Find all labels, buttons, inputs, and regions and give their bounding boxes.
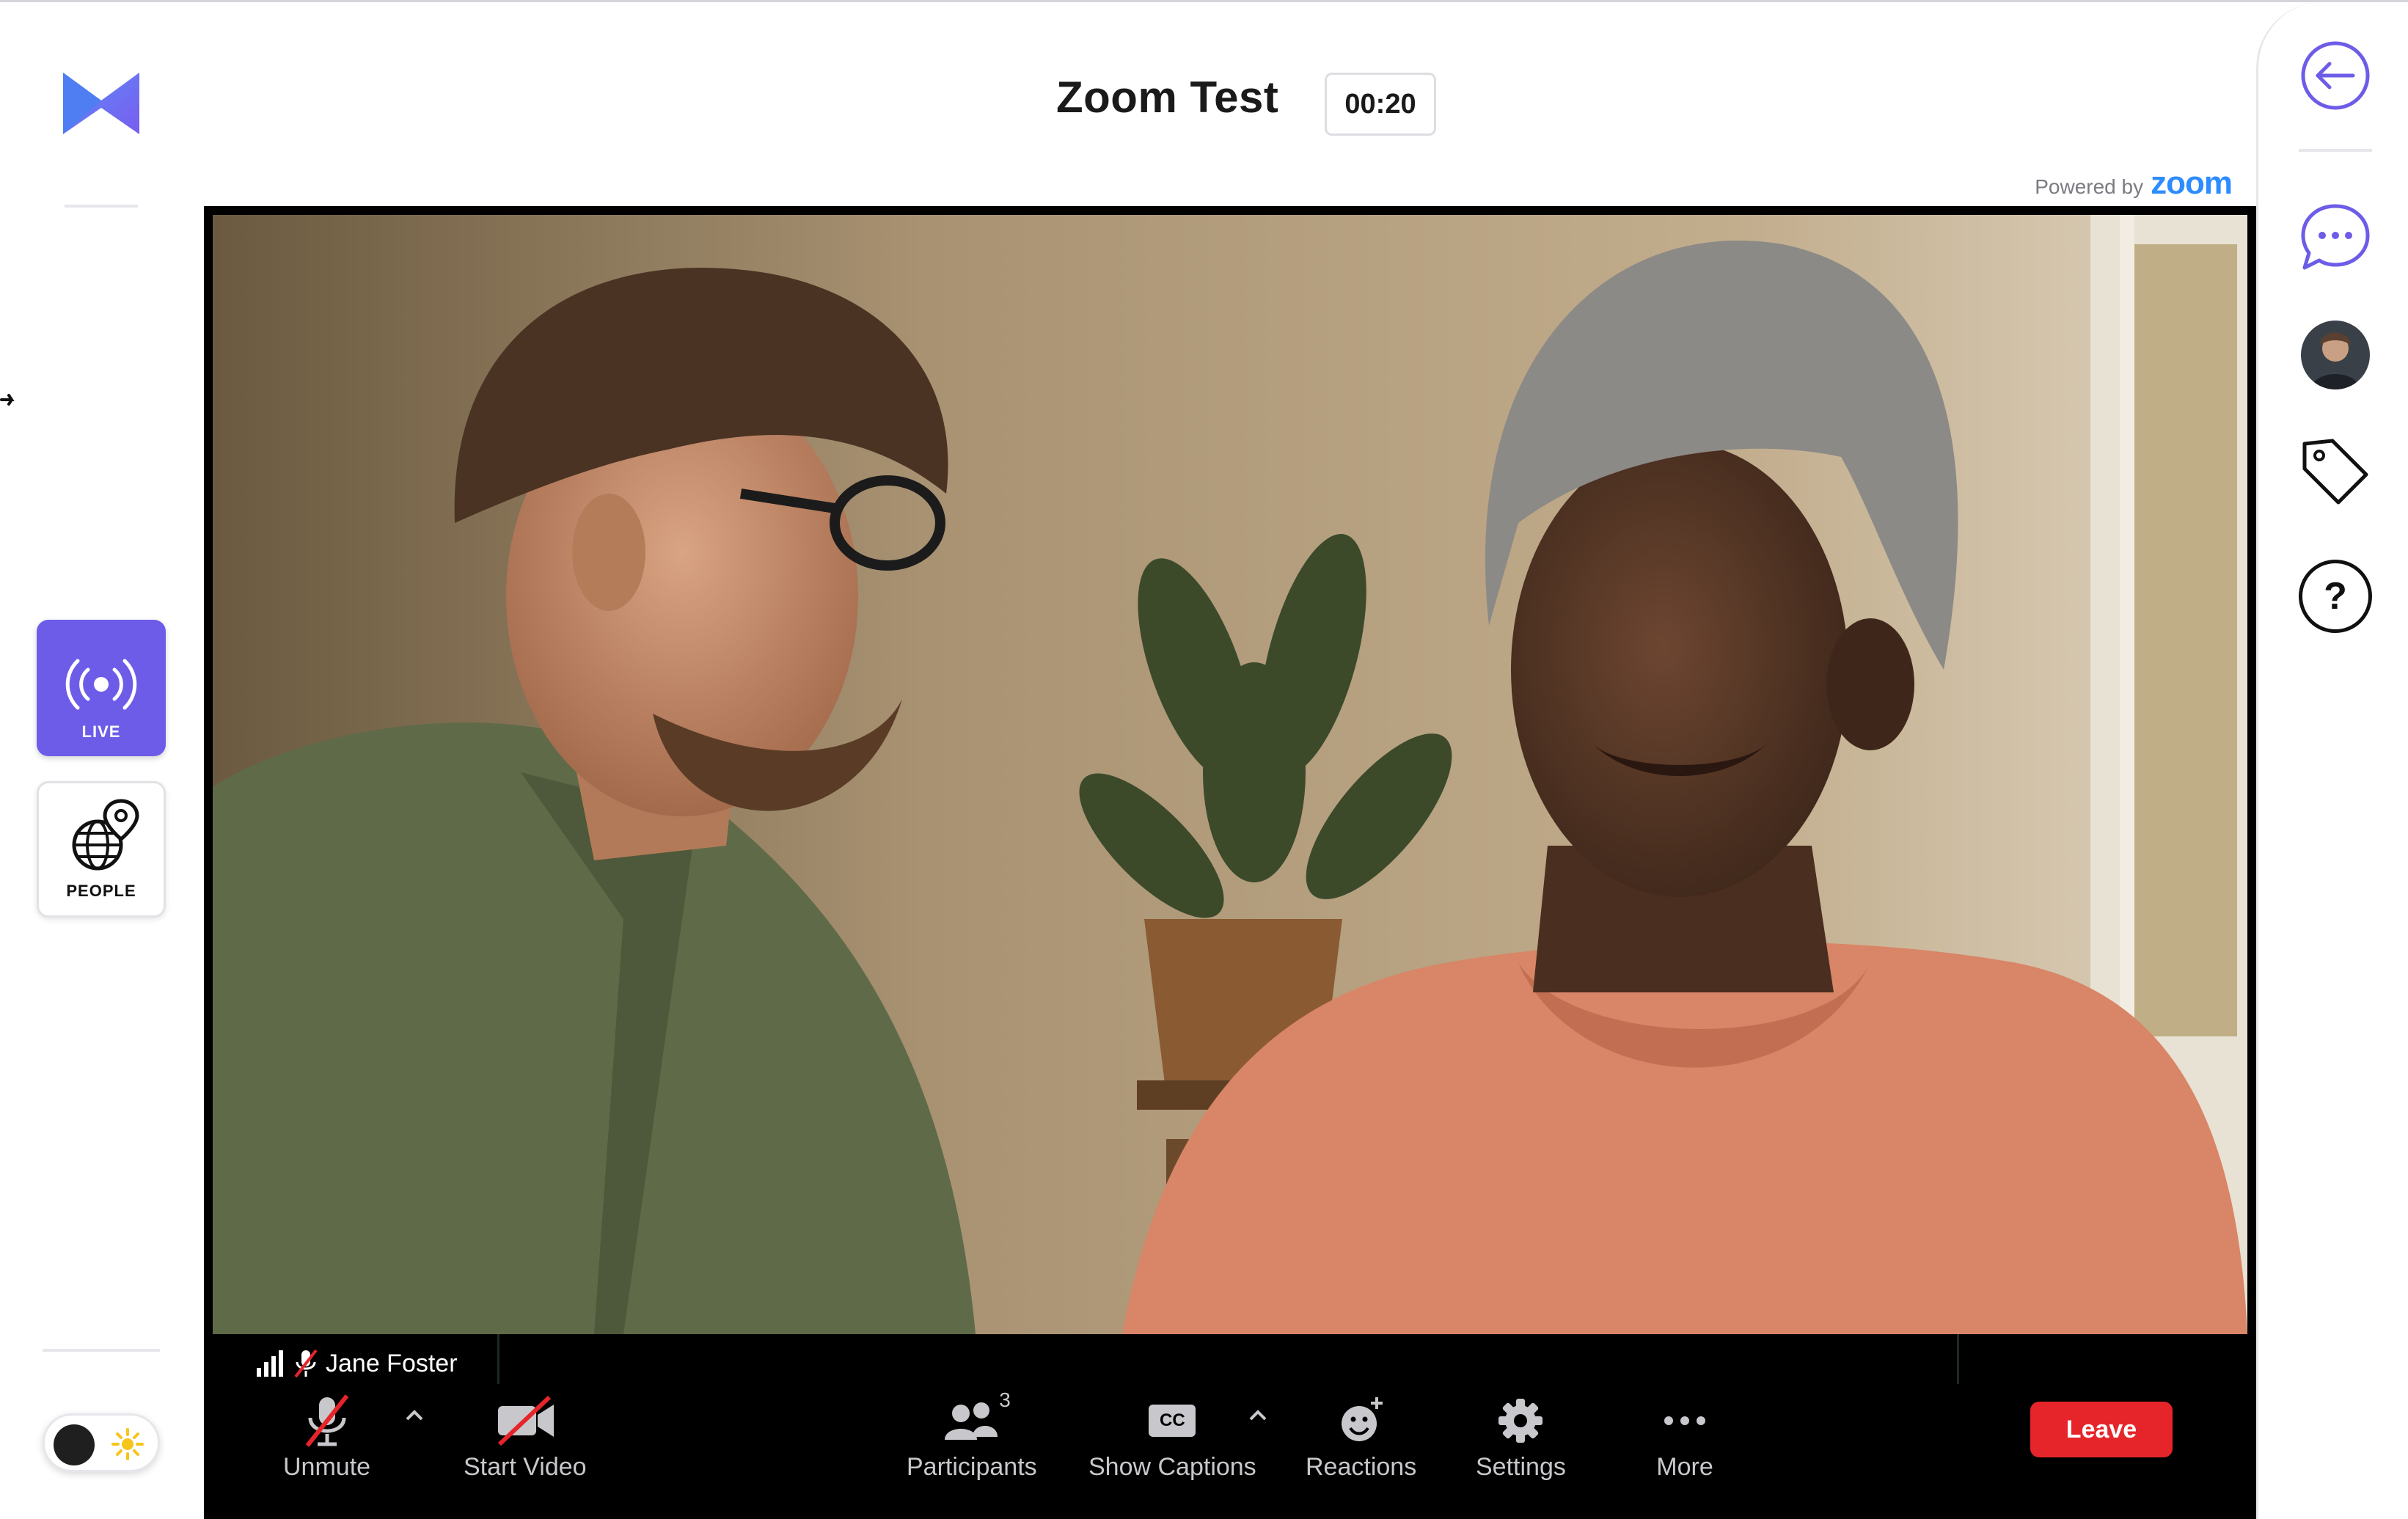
toolbar-divider: [1957, 1334, 1959, 1384]
avatar-image: [2301, 321, 2370, 389]
start-video-button[interactable]: Start Video: [464, 1394, 587, 1482]
right-rail: ?: [2256, 2, 2408, 1519]
broadcast-icon: [65, 659, 137, 710]
settings-button[interactable]: Settings: [1476, 1394, 1566, 1482]
app-window: LIVE PEOPLE Zoom Test 00:20 Powered by z…: [0, 0, 2408, 1519]
tag-icon[interactable]: [2299, 435, 2372, 508]
more-label: More: [1656, 1453, 1713, 1481]
video-off-icon: [497, 1395, 554, 1446]
mouse-cursor-icon: [0, 394, 15, 406]
signal-bars-icon: [257, 1350, 283, 1377]
left-sidebar: LIVE PEOPLE: [0, 2, 202, 1519]
participants-icon: [944, 1402, 998, 1440]
powered-by-zoom: Powered by zoom: [2035, 165, 2233, 202]
powered-by-text: Powered by: [2035, 175, 2144, 198]
meeting-timer: 00:20: [1325, 73, 1436, 136]
reactions-icon: [1341, 1397, 1383, 1441]
more-dots-icon: [1664, 1416, 1705, 1425]
participants-label: Participants: [907, 1453, 1037, 1481]
nav-live-label: LIVE: [81, 722, 121, 741]
sidebar-divider: [43, 1349, 160, 1352]
show-captions-button[interactable]: CC Show Captions: [1088, 1394, 1256, 1482]
bowtie-logo-icon[interactable]: [59, 67, 145, 140]
settings-label: Settings: [1476, 1453, 1566, 1481]
user-avatar[interactable]: [2301, 321, 2370, 389]
video-feed[interactable]: [213, 215, 2247, 1334]
help-button[interactable]: ?: [2299, 560, 2372, 633]
rail-divider: [2299, 149, 2372, 152]
chat-bubble-icon[interactable]: [2299, 200, 2372, 274]
unmute-label: Unmute: [283, 1453, 371, 1481]
sidebar-divider: [65, 205, 138, 208]
dark-circle-icon: [54, 1424, 95, 1465]
leave-button[interactable]: Leave: [2030, 1402, 2173, 1457]
page-title: Zoom Test: [1056, 73, 1279, 122]
meeting-toolbar: Jane Foster Unmute Start Video 3 Partici…: [204, 1334, 2256, 1519]
participants-button[interactable]: 3 Participants: [907, 1388, 1037, 1482]
mic-muted-icon: [305, 1394, 348, 1447]
back-arrow-icon[interactable]: [2299, 39, 2372, 112]
zoom-logo: zoom: [2151, 165, 2233, 201]
nav-people-label: PEOPLE: [66, 882, 136, 900]
nav-live[interactable]: LIVE: [37, 620, 166, 756]
reactions-label: Reactions: [1306, 1453, 1417, 1481]
unmute-button[interactable]: Unmute: [283, 1394, 370, 1482]
video-frame-image: [213, 215, 2247, 1334]
nav-people[interactable]: PEOPLE: [37, 781, 166, 918]
participant-name-tag: Jane Foster: [255, 1349, 458, 1378]
toolbar-divider: [497, 1334, 499, 1384]
captions-options-chevron-icon[interactable]: [1247, 1408, 1269, 1424]
reactions-button[interactable]: Reactions: [1306, 1394, 1416, 1482]
participant-name: Jane Foster: [326, 1349, 458, 1377]
cc-icon: CC: [1149, 1405, 1196, 1437]
help-icon: ?: [2324, 575, 2347, 618]
show-captions-label: Show Captions: [1088, 1453, 1256, 1481]
gear-icon: [1498, 1399, 1543, 1443]
mic-muted-icon: [294, 1349, 318, 1378]
more-button[interactable]: More: [1652, 1394, 1718, 1482]
meeting-stage: Jane Foster Unmute Start Video 3 Partici…: [204, 206, 2256, 1519]
audio-options-chevron-icon[interactable]: [403, 1408, 425, 1424]
theme-toggle[interactable]: [43, 1413, 160, 1472]
cc-glyph: CC: [1160, 1410, 1185, 1430]
sun-icon: [111, 1428, 144, 1460]
globe-pin-icon: [72, 799, 139, 871]
participants-count-badge: 3: [999, 1388, 1011, 1411]
start-video-label: Start Video: [464, 1453, 587, 1481]
